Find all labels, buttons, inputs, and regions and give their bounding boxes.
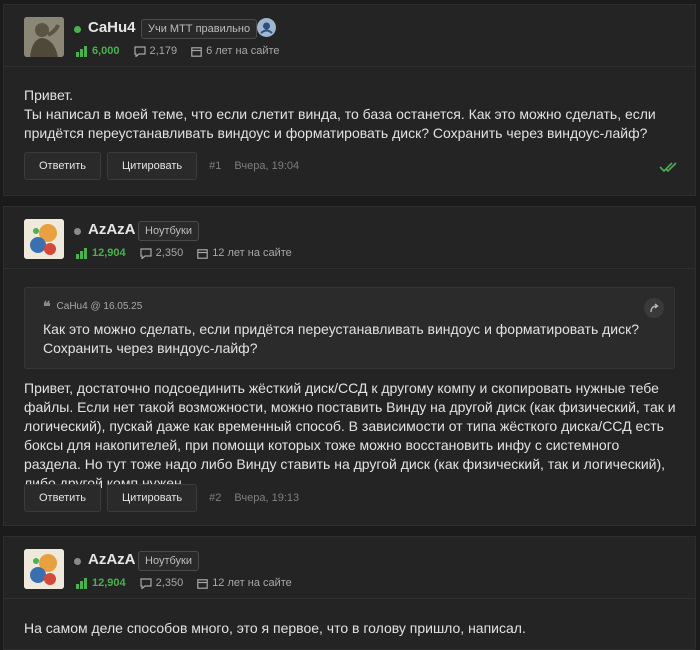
message-count: 2,179 — [133, 45, 178, 57]
message-count: 2,350 — [140, 577, 184, 589]
reply-button[interactable]: Ответить — [24, 484, 102, 512]
quote-button[interactable]: Цитировать — [107, 152, 198, 180]
post-header: AzAzA Ноутбуки 12,904 2,350 12 лет на са… — [4, 207, 695, 269]
avatar[interactable] — [24, 549, 64, 589]
post-body: На самом деле способов много, это я перв… — [24, 620, 526, 636]
user-badge: Учи МТТ правильно — [141, 19, 258, 39]
reputation: 12,904 — [76, 577, 126, 589]
username[interactable]: AzAzA — [88, 221, 136, 238]
messages-icon — [140, 577, 152, 589]
reputation-icon — [76, 45, 87, 57]
post-number[interactable]: #2 — [209, 492, 221, 504]
user-stats: 6,000 2,179 6 лет на сайте — [76, 45, 294, 57]
messages-icon — [133, 45, 146, 57]
user-stats: 12,904 2,350 12 лет на сайте — [76, 247, 306, 259]
tenure-value: 6 лет на сайте — [206, 45, 280, 57]
message-count: 2,350 — [140, 247, 184, 259]
user-stats: 12,904 2,350 12 лет на сайте — [76, 577, 306, 589]
user-badge: Ноутбуки — [138, 551, 199, 571]
username[interactable]: AzAzA — [88, 551, 136, 568]
calendar-icon — [197, 578, 208, 589]
message-count-value: 2,350 — [155, 247, 184, 259]
quote-header: ❝ CaHu4 @ 16.05.25 — [43, 298, 142, 315]
reputation-value: 12,904 — [92, 577, 126, 589]
user-badge: Ноутбуки — [138, 221, 199, 241]
calendar-icon — [191, 46, 202, 57]
post-body: Привет, достаточно подсоединить жёсткий … — [24, 380, 676, 491]
reputation-value: 6,000 — [92, 45, 120, 57]
tenure: 6 лет на сайте — [191, 45, 280, 57]
club-icon — [257, 18, 276, 37]
status-dot — [74, 558, 81, 565]
message-count-value: 2,179 — [149, 45, 178, 57]
post-3: AzAzA Ноутбуки 12,904 2,350 12 лет на са… — [3, 536, 696, 650]
checkmark-icon — [659, 160, 679, 178]
reply-button[interactable]: Ответить — [24, 152, 102, 180]
avatar[interactable] — [24, 17, 64, 57]
calendar-icon — [197, 248, 208, 259]
tenure: 12 лет на сайте — [197, 247, 292, 259]
quote-block: ❝ CaHu4 @ 16.05.25 Как это можно сделать… — [24, 287, 675, 369]
jump-arrow-icon[interactable] — [644, 298, 664, 318]
post-date: Вчера, 19:13 — [234, 492, 300, 504]
quote-text: Как это можно сделать, если придётся пер… — [43, 321, 640, 356]
status-dot — [74, 228, 81, 235]
post-meta: #2 Вчера, 19:13 — [209, 492, 299, 504]
reputation-value: 12,904 — [92, 247, 126, 259]
post-date: Вчера, 19:04 — [234, 160, 300, 172]
post-1: CaHu4 Учи МТТ правильно 6,000 2,179 6 ле… — [3, 4, 696, 196]
tenure: 12 лет на сайте — [197, 577, 292, 589]
quote-button[interactable]: Цитировать — [107, 484, 198, 512]
post-header: CaHu4 Учи МТТ правильно 6,000 2,179 6 ле… — [4, 5, 695, 67]
tenure-value: 12 лет на сайте — [212, 577, 292, 589]
post-number[interactable]: #1 — [209, 160, 221, 172]
tenure-value: 12 лет на сайте — [212, 247, 292, 259]
quote-icon: ❝ — [43, 298, 51, 314]
post-body: Привет. Ты написал в моей теме, что если… — [24, 87, 656, 141]
username[interactable]: CaHu4 — [88, 19, 136, 36]
reputation-icon — [76, 577, 87, 589]
post-2: AzAzA Ноутбуки 12,904 2,350 12 лет на са… — [3, 206, 696, 526]
message-count-value: 2,350 — [155, 577, 184, 589]
avatar[interactable] — [24, 219, 64, 259]
reputation: 6,000 — [76, 45, 120, 57]
messages-icon — [140, 247, 152, 259]
post-actions: Ответить Цитировать #1 Вчера, 19:04 — [24, 152, 299, 180]
post-meta: #1 Вчера, 19:04 — [209, 160, 299, 172]
reputation: 12,904 — [76, 247, 126, 259]
reputation-icon — [76, 247, 87, 259]
online-status-dot — [74, 26, 81, 33]
quote-author[interactable]: CaHu4 @ 16.05.25 — [57, 301, 143, 312]
post-actions: Ответить Цитировать #2 Вчера, 19:13 — [24, 484, 299, 512]
post-header: AzAzA Ноутбуки 12,904 2,350 12 лет на са… — [4, 537, 695, 599]
